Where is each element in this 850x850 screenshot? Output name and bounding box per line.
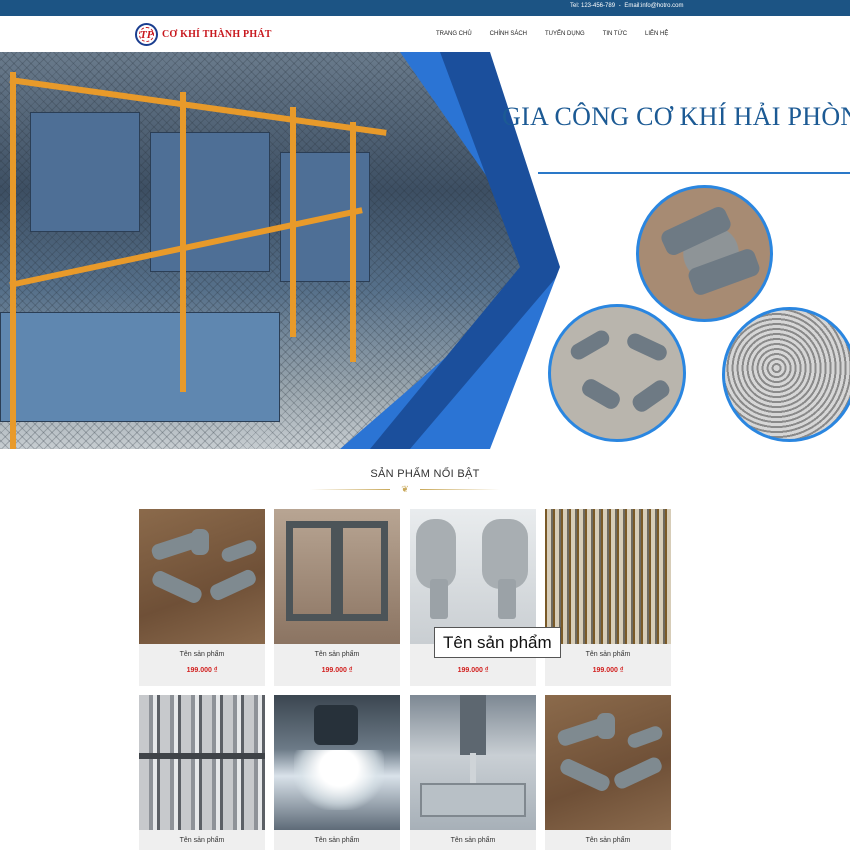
bracket-shape [150, 568, 204, 606]
product-card[interactable]: Tên sản phẩm 199.000 ₫ [139, 509, 265, 686]
bracket-shape [597, 713, 615, 739]
site-logo[interactable]: TP CƠ KHÍ THÀNH PHÁT [135, 23, 272, 46]
frame-shape [336, 521, 388, 621]
spindle-shape [460, 695, 486, 755]
contact-separator: - [618, 3, 621, 9]
brand-name: CƠ KHÍ THÀNH PHÁT [162, 29, 272, 40]
bracket-shape [191, 529, 209, 555]
hero-circle-photo [548, 304, 686, 442]
hero-circle-photo [636, 185, 773, 322]
logo-mark-text: TP [140, 29, 154, 41]
product-card[interactable]: Tên sản phẩm 199.000 ₫ [274, 509, 400, 686]
machined-part [567, 327, 613, 363]
product-price: 199.000 ₫ [321, 667, 353, 674]
bracket-shape [558, 756, 612, 794]
coolant-spray [294, 750, 384, 810]
product-name[interactable]: Tên sản phẩm [545, 651, 671, 658]
product-card[interactable]: Tên sản phẩm [410, 695, 536, 850]
product-image[interactable] [139, 695, 265, 830]
nav-item-home[interactable]: TRANG CHỦ [436, 31, 472, 37]
product-card[interactable]: Tên sản phẩm 199.000 ₫ [545, 509, 671, 686]
hero-title: GIA CÔNG CƠ KHÍ HẢI PHÒN [502, 102, 850, 131]
machined-part [579, 376, 623, 412]
product-image[interactable] [274, 695, 400, 830]
product-image[interactable] [410, 509, 536, 644]
machine-block [30, 112, 140, 232]
safety-rail [350, 122, 356, 362]
top-contact-bar: Tel: 123-456-789 - Email:info@hotro.com [0, 0, 850, 16]
product-name[interactable]: Tên sản phẩm [274, 651, 400, 658]
product-image[interactable] [545, 695, 671, 830]
safety-rail [180, 92, 186, 392]
bracket-shape [219, 538, 259, 564]
bracket-shape [611, 755, 665, 791]
hero-underline [538, 172, 850, 174]
workpiece-shape [420, 783, 526, 817]
cutter-shape [470, 753, 476, 783]
title-divider: ❦ [310, 484, 500, 494]
hero-banner[interactable]: GIA CÔNG CƠ KHÍ HẢI PHÒN [0, 52, 850, 449]
product-image[interactable] [139, 509, 265, 644]
product-card[interactable]: Tên sản phẩm [274, 695, 400, 850]
site-header: TP CƠ KHÍ THÀNH PHÁT TRANG CHỦ CHÍNH SÁC… [0, 16, 850, 52]
main-nav: TRANG CHỦ CHÍNH SÁCH TUYỂN DỤNG TIN TỨC … [436, 31, 686, 37]
product-name[interactable]: Tên sản phẩm [274, 837, 400, 844]
bracket-shape [207, 567, 259, 603]
product-name[interactable]: Tên sản phẩm [139, 837, 265, 844]
product-card[interactable]: Tên sản phẩm [139, 695, 265, 850]
product-name[interactable]: Tên sản phẩm [139, 651, 265, 658]
machined-part [686, 246, 762, 298]
machined-part [624, 330, 670, 364]
spindle-shape [314, 705, 358, 745]
nav-item-policy[interactable]: CHÍNH SÁCH [490, 31, 527, 37]
product-image[interactable] [274, 509, 400, 644]
contact-info: Tel: 123-456-789 - Email:info@hotro.com [570, 3, 686, 9]
product-name[interactable]: Tên sản phẩm [410, 837, 536, 844]
product-card[interactable]: Tên sản phẩm [545, 695, 671, 850]
product-image[interactable] [545, 509, 671, 644]
product-card[interactable]: Tên sản phẩm 199.000 ₫ [410, 509, 536, 686]
divider-line [420, 489, 500, 490]
nav-item-contact[interactable]: LIÊN HỆ [645, 31, 668, 37]
block-shape [430, 579, 448, 619]
pin-gap [139, 753, 265, 759]
machine-base [0, 312, 280, 422]
phone-text: Tel: 123-456-789 [570, 3, 616, 9]
product-price: 199.000 ₫ [592, 667, 624, 674]
product-price: 199.000 ₫ [186, 667, 218, 674]
machined-part [629, 377, 673, 415]
product-name[interactable]: Tên sản phẩm [545, 837, 671, 844]
block-shape [498, 579, 516, 619]
logo-emblem-icon: TP [135, 23, 158, 46]
nav-item-careers[interactable]: TUYỂN DỤNG [545, 31, 585, 37]
frame-shape [286, 521, 338, 621]
hero-circle-photo [722, 307, 850, 442]
featured-products-title: SẢN PHẨM NỔI BẬT [370, 468, 480, 480]
product-image[interactable] [410, 695, 536, 830]
nav-item-news[interactable]: TIN TỨC [603, 31, 627, 37]
ornament-icon: ❦ [401, 484, 409, 494]
email-link[interactable]: Email:info@hotro.com [624, 3, 683, 9]
machined-part [658, 204, 734, 258]
divider-line [310, 489, 390, 490]
product-price: 199.000 ₫ [457, 667, 489, 674]
bracket-shape [625, 724, 665, 750]
safety-rail [10, 72, 16, 449]
product-tooltip: Tên sản phẩm [434, 627, 561, 658]
